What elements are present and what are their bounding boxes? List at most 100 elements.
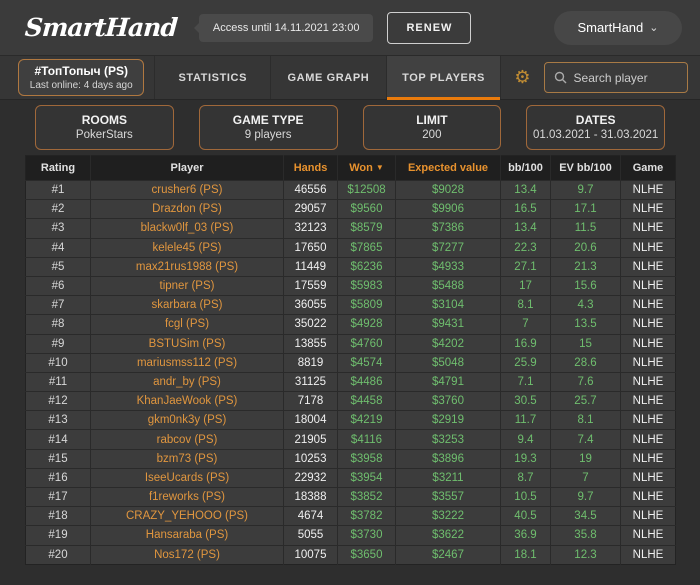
table-row[interactable]: #10 mariusmss112 (PS) 8819 $4574 $5048 2… — [25, 353, 676, 373]
player-cell[interactable]: gkm0nk3y (PS) — [90, 410, 284, 430]
expected-value-cell: $3760 — [395, 391, 501, 411]
ev-bb100-cell: 7.6 — [550, 372, 621, 392]
hands-cell: 4674 — [283, 506, 338, 526]
app-logo[interactable]: SmartHand — [24, 13, 178, 42]
table-row[interactable]: #5 max21rus1988 (PS) 11449 $6236 $4933 2… — [25, 257, 676, 277]
column-header-hands[interactable]: Hands — [283, 155, 338, 181]
bb100-cell: 17 — [500, 276, 551, 296]
table-row[interactable]: #3 blackw0lf_03 (PS) 32123 $8579 $7386 1… — [25, 218, 676, 239]
filter-limit[interactable]: LIMIT 200 — [362, 105, 502, 150]
column-header-expected-value[interactable]: Expected value — [395, 155, 501, 181]
expected-value-cell: $2467 — [395, 545, 501, 565]
player-cell[interactable]: tipner (PS) — [90, 276, 284, 296]
table-row[interactable]: #19 Hansaraba (PS) 5055 $3730 $3622 36.9… — [25, 525, 676, 546]
won-cell: $3650 — [337, 545, 396, 565]
selected-player-card[interactable]: #ТопТопыч (PS) Last online: 4 days ago — [18, 59, 145, 96]
column-header-ev-bb100[interactable]: EV bb/100 — [550, 155, 621, 181]
hands-cell: 36055 — [283, 295, 338, 315]
account-label: SmartHand — [577, 20, 644, 35]
won-cell: $5809 — [337, 295, 396, 315]
won-cell: $4219 — [337, 410, 396, 430]
game-cell: NLHE — [620, 257, 676, 277]
player-cell[interactable]: andr_by (PS) — [90, 372, 284, 392]
bb100-cell: 9.4 — [500, 429, 551, 450]
chevron-down-icon: ⌄ — [649, 21, 659, 34]
column-header-game[interactable]: Game — [620, 155, 676, 181]
ev-bb100-cell: 21.3 — [550, 257, 621, 277]
rating-cell: #8 — [51, 318, 65, 331]
player-cell[interactable]: max21rus1988 (PS) — [90, 257, 284, 277]
ev-bb100-cell: 7.4 — [550, 429, 621, 450]
player-cell[interactable]: CRAZY_YEHOOO (PS) — [90, 506, 284, 526]
table-row[interactable]: #8 fcgl (PS) 35022 $4928 $9431 7 13.5 NL… — [25, 314, 676, 334]
rating-cell: #14 — [48, 433, 68, 446]
expected-value-cell: $3557 — [395, 487, 501, 507]
game-cell: NLHE — [620, 180, 676, 200]
rating-cell: #10 — [48, 356, 68, 369]
player-cell[interactable]: Drazdon (PS) — [90, 199, 284, 219]
player-cell[interactable]: bzm73 (PS) — [90, 449, 284, 469]
search-box[interactable] — [543, 62, 688, 93]
player-cell[interactable]: Nos172 (PS) — [90, 545, 284, 565]
player-cell[interactable]: rabcov (PS) — [90, 429, 284, 450]
tab-statistics[interactable]: STATISTICS — [154, 56, 270, 99]
account-menu[interactable]: SmartHand ⌄ — [554, 10, 682, 45]
column-header-rating[interactable]: Rating — [25, 155, 91, 181]
search-input[interactable] — [573, 70, 678, 85]
filter-game-type[interactable]: GAME TYPE 9 players — [198, 105, 338, 150]
player-cell[interactable]: fcgl (PS) — [90, 314, 284, 334]
player-cell[interactable]: KhanJaeWook (PS) — [90, 391, 284, 411]
rating-cell: #20 — [48, 548, 68, 561]
tab-top-players[interactable]: TOP PLAYERS — [385, 56, 502, 100]
selected-player-last-online: Last online: 4 days ago — [29, 80, 133, 91]
table-row[interactable]: #18 CRAZY_YEHOOO (PS) 4674 $3782 $3222 4… — [25, 506, 676, 526]
player-cell[interactable]: blackw0lf_03 (PS) — [90, 218, 284, 239]
rating-cell: #18 — [48, 510, 68, 523]
game-cell: NLHE — [620, 314, 676, 334]
table-row[interactable]: #6 tipner (PS) 17559 $5983 $5488 17 15.6… — [25, 276, 676, 296]
filter-rooms[interactable]: ROOMS PokerStars — [35, 105, 174, 150]
player-cell[interactable]: skarbara (PS) — [90, 295, 284, 315]
table-row[interactable]: #2 Drazdon (PS) 29057 $9560 $9906 16.5 1… — [25, 199, 676, 219]
table-row[interactable]: #7 skarbara (PS) 36055 $5809 $3104 8.1 4… — [25, 295, 676, 315]
table-row[interactable]: #14 rabcov (PS) 21905 $4116 $3253 9.4 7.… — [25, 429, 676, 450]
player-cell[interactable]: crusher6 (PS) — [90, 180, 284, 200]
table-row[interactable]: #17 f1reworks (PS) 18388 $3852 $3557 10.… — [25, 487, 676, 507]
player-cell[interactable]: mariusmss112 (PS) — [90, 353, 284, 373]
table-row[interactable]: #12 KhanJaeWook (PS) 7178 $4458 $3760 30… — [25, 391, 676, 411]
won-cell: $9560 — [337, 199, 396, 219]
table-row[interactable]: #15 bzm73 (PS) 10253 $3958 $3896 19.3 19… — [25, 449, 676, 469]
top-header: SmartHand Access until 14.11.2021 23:00 … — [0, 0, 700, 55]
game-cell: NLHE — [620, 429, 676, 450]
game-cell: NLHE — [620, 372, 676, 392]
player-cell[interactable]: BSTUSim (PS) — [90, 334, 284, 354]
column-header-won[interactable]: Won ▼ — [337, 155, 396, 181]
player-cell[interactable]: IseeUcards (PS) — [90, 468, 284, 488]
expected-value-cell: $5488 — [395, 276, 501, 296]
table-row[interactable]: #1 crusher6 (PS) 46556 $12508 $9028 13.4… — [25, 180, 676, 200]
player-cell[interactable]: kelele45 (PS) — [90, 238, 284, 258]
column-header-bb100[interactable]: bb/100 — [500, 155, 551, 181]
table-row[interactable]: #20 Nos172 (PS) 10075 $3650 $2467 18.1 1… — [25, 545, 676, 565]
ev-bb100-cell: 9.7 — [550, 180, 621, 200]
table-row[interactable]: #9 BSTUSim (PS) 13855 $4760 $4202 16.9 1… — [25, 334, 676, 354]
bb100-cell: 16.9 — [500, 334, 551, 354]
tab-game-graph[interactable]: GAME GRAPH — [270, 56, 386, 99]
player-cell[interactable]: f1reworks (PS) — [90, 487, 284, 507]
column-header-player[interactable]: Player — [90, 155, 284, 181]
hands-cell: 29057 — [283, 199, 338, 219]
won-cell: $7865 — [337, 238, 396, 258]
table-row[interactable]: #16 IseeUcards (PS) 22932 $3954 $3211 8.… — [25, 468, 676, 488]
ev-bb100-cell: 20.6 — [550, 238, 621, 258]
renew-button[interactable]: RENEW — [387, 11, 472, 44]
expected-value-cell: $4933 — [395, 257, 501, 277]
table-row[interactable]: #4 kelele45 (PS) 17650 $7865 $7277 22.3 … — [25, 238, 676, 258]
expected-value-cell: $3222 — [395, 506, 501, 526]
player-cell[interactable]: Hansaraba (PS) — [90, 525, 284, 546]
table-row[interactable]: #13 gkm0nk3y (PS) 18004 $4219 $2919 11.7… — [25, 410, 676, 430]
rating-cell: #1 — [51, 184, 65, 197]
filter-dates[interactable]: DATES 01.03.2021 - 31.03.2021 — [526, 105, 665, 150]
gear-icon[interactable]: ⚙ — [514, 68, 530, 87]
table-row[interactable]: #11 andr_by (PS) 31125 $4486 $4791 7.1 7… — [25, 372, 676, 392]
ev-bb100-cell: 34.5 — [550, 506, 621, 526]
